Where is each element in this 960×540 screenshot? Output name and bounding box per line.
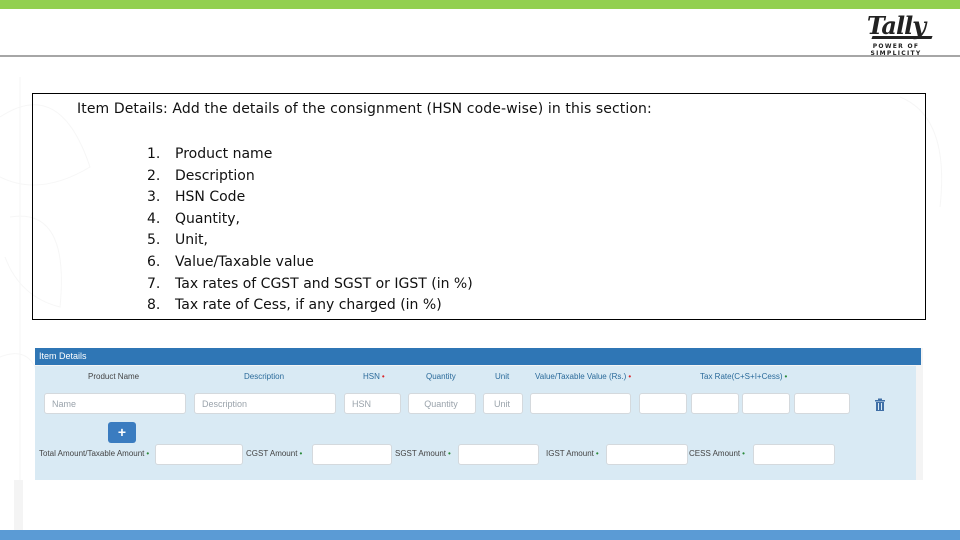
list-item: 8. Tax rate of Cess, if any charged (in %… — [147, 295, 473, 317]
left-edge-strip — [14, 480, 23, 530]
list-text: Description — [175, 167, 255, 184]
trash-icon[interactable] — [873, 398, 887, 412]
list-item: 4. Quantity, — [147, 209, 473, 231]
field-list: 1. Product name 2. Description 3. HSN Code … — [147, 144, 473, 317]
label-igst-amount: IGST Amount • — [546, 449, 599, 458]
list-number: 7. — [147, 275, 161, 292]
list-text: Value/Taxable value — [175, 253, 314, 270]
list-text: Quantity, — [175, 210, 240, 227]
list-number: 4. — [147, 210, 161, 227]
label-sgst-amount: SGST Amount • — [395, 449, 451, 458]
cess-amount-input[interactable] — [753, 444, 835, 465]
label-value-text: Value/Taxable Value (Rs.) — [535, 372, 627, 381]
label-value: Value/Taxable Value (Rs.) • — [535, 372, 631, 381]
list-text: Tax rates of CGST and SGST or IGST (in %… — [175, 275, 473, 292]
bottom-accent-bar — [0, 530, 960, 540]
sgst-rate-input[interactable] — [691, 393, 739, 414]
list-number: 1. — [147, 146, 161, 162]
label-total-text: Total Amount/Taxable Amount — [39, 449, 145, 458]
add-item-button[interactable]: + — [108, 422, 136, 443]
required-marker: • — [628, 372, 632, 381]
hsn-input[interactable] — [344, 393, 401, 414]
top-accent-bar — [0, 0, 960, 9]
label-description: Description — [244, 372, 285, 381]
list-item: 2. Description — [147, 166, 473, 188]
total-amount-input[interactable] — [155, 444, 243, 465]
label-tax-rate: Tax Rate(C+S+I+Cess) • — [700, 372, 787, 381]
label-cgst-amount: CGST Amount • — [246, 449, 302, 458]
item-details-panel: Item Details Product Name Description HS… — [35, 348, 923, 480]
instruction-box: Item Details: Add the details of the con… — [32, 93, 926, 320]
list-number: 6. — [147, 253, 161, 270]
label-cgst-text: CGST Amount — [246, 449, 298, 458]
list-text: Tax rate of Cess, if any charged (in %) — [175, 297, 442, 314]
label-cess-text: CESS Amount — [689, 449, 741, 458]
list-text: Product name — [175, 146, 273, 162]
header-divider — [0, 55, 960, 57]
product-name-input[interactable] — [44, 393, 186, 414]
list-number: 5. — [147, 232, 161, 249]
intro-text: Item Details: Add the details of the con… — [77, 101, 652, 117]
list-number: 2. — [147, 167, 161, 184]
cgst-rate-input[interactable] — [639, 393, 687, 414]
required-marker: • — [448, 449, 451, 458]
taxable-value-input[interactable] — [530, 393, 631, 414]
cgst-amount-input[interactable] — [312, 444, 392, 465]
label-product-name: Product Name — [88, 372, 140, 381]
list-number: 8. — [147, 297, 161, 314]
label-cess-amount: CESS Amount • — [689, 449, 745, 458]
logo-swoosh — [871, 36, 933, 39]
label-quantity: Quantity — [426, 372, 456, 381]
required-marker: • — [146, 449, 150, 458]
list-text: HSN Code — [175, 189, 246, 206]
required-marker: • — [595, 449, 599, 458]
label-tax-rate-text: Tax Rate(C+S+I+Cess) — [700, 372, 783, 381]
list-text: Unit, — [175, 232, 208, 249]
list-item: 6. Value/Taxable value — [147, 252, 473, 274]
panel-body: Product Name Description HSN • Quantity U… — [35, 366, 916, 480]
required-marker: • — [784, 372, 788, 381]
list-item: 7. Tax rates of CGST and SGST or IGST (in… — [147, 274, 473, 296]
required-marker: • — [742, 449, 745, 458]
panel-title: Item Details — [35, 348, 921, 365]
label-total-amount: Total Amount/Taxable Amount • — [39, 449, 149, 458]
unit-input[interactable] — [483, 393, 523, 414]
label-igst-text: IGST Amount — [546, 449, 594, 458]
list-item: 3. HSN Code — [147, 187, 473, 209]
required-marker: • — [381, 372, 385, 381]
igst-rate-input[interactable] — [742, 393, 790, 414]
list-item: 1. Product name — [147, 144, 473, 166]
label-hsn-text: HSN — [363, 372, 380, 381]
list-item: 5. Unit, — [147, 230, 473, 252]
tally-logo: Tally POWER OF SIMPLICITY — [846, 12, 946, 57]
label-hsn: HSN • — [363, 372, 385, 381]
description-input[interactable] — [194, 393, 336, 414]
required-marker: • — [299, 449, 303, 458]
label-sgst-text: SGST Amount — [395, 449, 446, 458]
quantity-input[interactable] — [408, 393, 476, 414]
label-unit: Unit — [495, 372, 510, 381]
list-number: 3. — [147, 189, 161, 206]
igst-amount-input[interactable] — [606, 444, 688, 465]
sgst-amount-input[interactable] — [458, 444, 539, 465]
cess-rate-input[interactable] — [794, 393, 850, 414]
